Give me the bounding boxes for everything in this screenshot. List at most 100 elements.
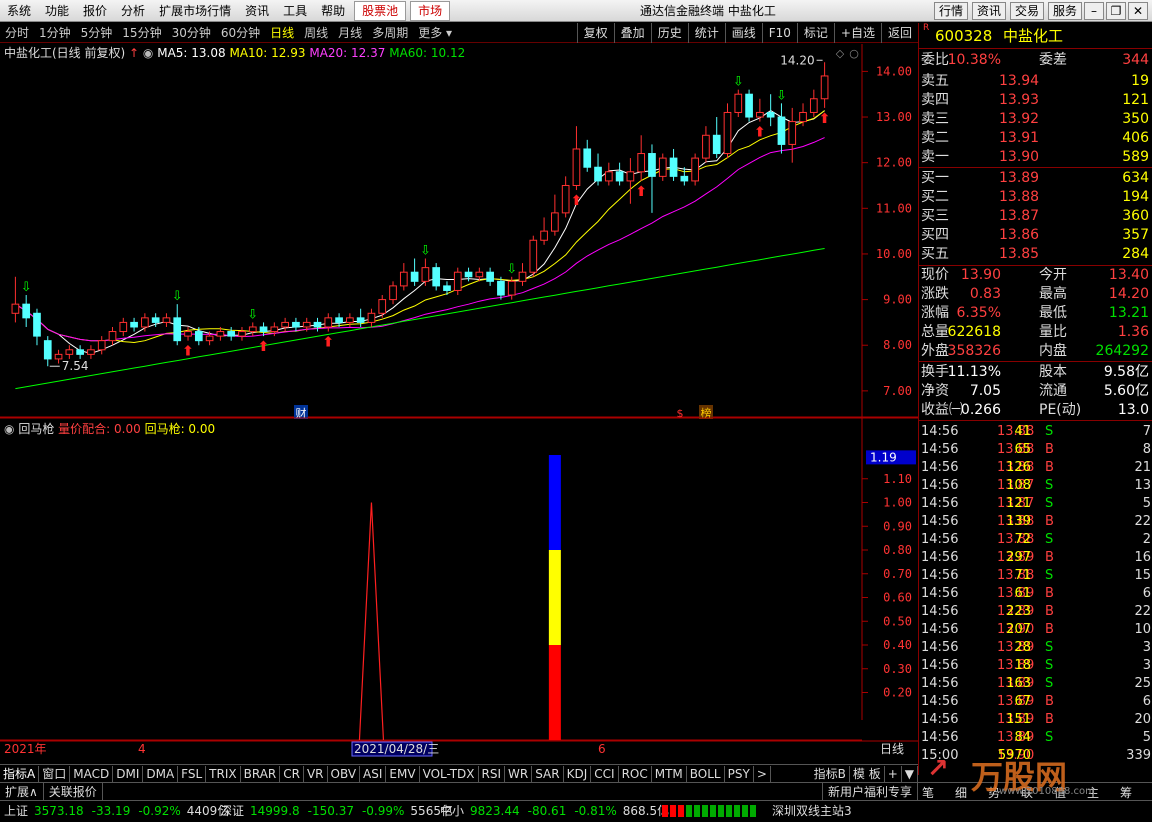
restore-icon[interactable]: ❐ [1106, 2, 1126, 20]
trade-volume: 223 [1006, 604, 1031, 619]
indicator-tab[interactable]: BRAR [241, 765, 281, 782]
tool-fuquan[interactable]: 复权 [576, 23, 614, 43]
period-weekly[interactable]: 周线 [299, 24, 333, 41]
ma-toggle-icon[interactable]: ◉ [143, 46, 153, 60]
indicator-tab[interactable]: PSY [725, 765, 754, 782]
candle-body [108, 331, 117, 342]
breadth-bar [710, 805, 716, 817]
index-item[interactable]: 深证 14999.8 -150.37 -0.99% 5565亿 [220, 801, 453, 821]
indicator-tab[interactable]: WR [505, 765, 533, 782]
trade-side: S [1045, 658, 1054, 673]
tool-f10[interactable]: F10 [761, 23, 797, 43]
period-30min[interactable]: 30分钟 [167, 24, 216, 41]
sub-y-tick-label: 0.30 [883, 662, 912, 676]
indicator-tab[interactable]: CCI [591, 765, 619, 782]
right-panel-tab[interactable]: 联 [1021, 784, 1033, 801]
menu-item-function[interactable]: 功能 [38, 0, 76, 22]
candle-body [712, 134, 721, 155]
indicator-tab[interactable]: 窗口 [39, 765, 71, 782]
indicator-tab[interactable]: VR [304, 765, 328, 782]
news-button[interactable]: 资讯 [972, 2, 1007, 20]
indicator-right-button[interactable]: 指标B [811, 765, 850, 782]
candle-body [702, 134, 710, 159]
trade-time: 14:56 [921, 730, 959, 745]
right-panel-tab[interactable]: 筹 [1120, 784, 1132, 801]
candle-body [572, 148, 581, 186]
trade-button[interactable]: 交易 [1010, 2, 1045, 20]
menu-item-news[interactable]: 资讯 [238, 0, 276, 22]
menu-item-system[interactable]: 系统 [0, 0, 38, 22]
related-quote[interactable]: 关联报价 [44, 782, 103, 800]
indicator-tab[interactable]: DMI [113, 765, 144, 782]
ask-row: 卖一 13.90 589 [921, 148, 1151, 167]
right-panel-tab[interactable]: 势 [988, 784, 1000, 801]
indicator-tab[interactable]: MACD [70, 765, 114, 782]
tool-back[interactable]: 返回 [880, 23, 918, 43]
period-5min[interactable]: 5分钟 [76, 24, 118, 41]
period-multi[interactable]: 多周期 [367, 24, 413, 41]
indicator-tab[interactable]: CR [280, 765, 304, 782]
tool-history[interactable]: 历史 [650, 23, 688, 43]
extend-toggle[interactable]: 扩展∧ [0, 782, 44, 800]
index-item[interactable]: 上证 3573.18 -33.19 -0.92% 4409亿 [4, 801, 229, 821]
trade-row: 14:56 13.88 41 S 7 [921, 423, 1151, 441]
menu-item-quote[interactable]: 报价 [76, 0, 114, 22]
indicator-tab[interactable]: DMA [143, 765, 179, 782]
candle-body [302, 321, 311, 328]
period-more[interactable]: 更多 ▾ [413, 24, 457, 41]
indicator-right-button[interactable]: 模 板 [850, 765, 885, 782]
indicator-tab[interactable]: RSI [479, 765, 506, 782]
tool-statistics[interactable]: 统计 [687, 23, 725, 43]
indicator-right-button[interactable]: ▼ [902, 765, 918, 782]
candle-body [453, 271, 462, 291]
indicator-tab[interactable]: EMV [386, 765, 420, 782]
period-monthly[interactable]: 月线 [333, 24, 367, 41]
right-panel-tab[interactable]: 笔 [922, 784, 934, 801]
menu-item-tools[interactable]: 工具 [276, 0, 314, 22]
indicator-tab[interactable]: KDJ [564, 765, 592, 782]
menu-item-extended-market[interactable]: 扩展市场行情 [152, 0, 238, 22]
menu-item-market[interactable]: 市场 [410, 0, 451, 21]
tabs-scroll-right[interactable]: > [754, 765, 771, 782]
bid-price: 13.88 [999, 189, 1040, 205]
indicator-tab[interactable]: MTM [652, 765, 687, 782]
tool-mark[interactable]: 标记 [796, 23, 834, 43]
tool-overlay[interactable]: 叠加 [613, 23, 651, 43]
indicator-tab[interactable]: VOL-TDX [420, 765, 479, 782]
period-1min[interactable]: 1分钟 [34, 24, 76, 41]
period-fenshi[interactable]: 分时 [0, 24, 34, 41]
indicator-tab[interactable]: ROC [619, 765, 652, 782]
indicator-tab[interactable]: FSL [178, 765, 207, 782]
indicator-tab[interactable]: ASI [360, 765, 387, 782]
indicator-tab[interactable]: OBV [328, 765, 361, 782]
service-button[interactable]: 服务 [1048, 2, 1083, 20]
server-name[interactable]: 深圳双线主站3 [772, 801, 852, 821]
right-panel-tab[interactable]: 主 [1087, 784, 1099, 801]
indicator-tab[interactable]: TRIX [206, 765, 241, 782]
buy-signal-icon: ⬆ [182, 344, 194, 360]
period-15min[interactable]: 15分钟 [117, 24, 166, 41]
indicator-toggle-icon[interactable]: ◉ [4, 422, 14, 436]
tool-add-watchlist[interactable]: +自选 [833, 23, 881, 43]
new-user-promo[interactable]: 新用户福利专享 [821, 782, 918, 800]
right-panel-tab[interactable]: 值 [1054, 784, 1066, 801]
period-daily[interactable]: 日线 [265, 24, 299, 41]
chart-area[interactable]: 14.00 13.00 12.00 11.00 10.00 9.00 8.00 7.00 14.… [0, 44, 918, 764]
quote-button[interactable]: 行情 [934, 2, 969, 20]
weibi-row-value: 10.38% [947, 52, 1001, 68]
index-item[interactable]: 中小 9823.44 -80.61 -0.81% 868.5亿 [440, 801, 669, 821]
menu-item-help[interactable]: 帮助 [314, 0, 352, 22]
menu-item-analysis[interactable]: 分析 [114, 0, 152, 22]
tool-draw[interactable]: 画线 [724, 23, 762, 43]
menu-item-stock-pool[interactable]: 股票池 [354, 0, 407, 21]
period-60min[interactable]: 60分钟 [216, 24, 265, 41]
divider [919, 420, 1152, 421]
indicator-tab[interactable]: SAR [532, 765, 564, 782]
right-panel-tab[interactable]: 细 [955, 784, 967, 801]
indicator-right-button[interactable]: + [885, 765, 902, 782]
trade-volume: 126 [1006, 460, 1031, 475]
indicator-tab[interactable]: BOLL [687, 765, 725, 782]
minimize-icon[interactable]: – [1084, 2, 1104, 20]
indicator-tab[interactable]: 指标A [0, 765, 40, 782]
close-icon[interactable]: ✕ [1128, 2, 1148, 20]
